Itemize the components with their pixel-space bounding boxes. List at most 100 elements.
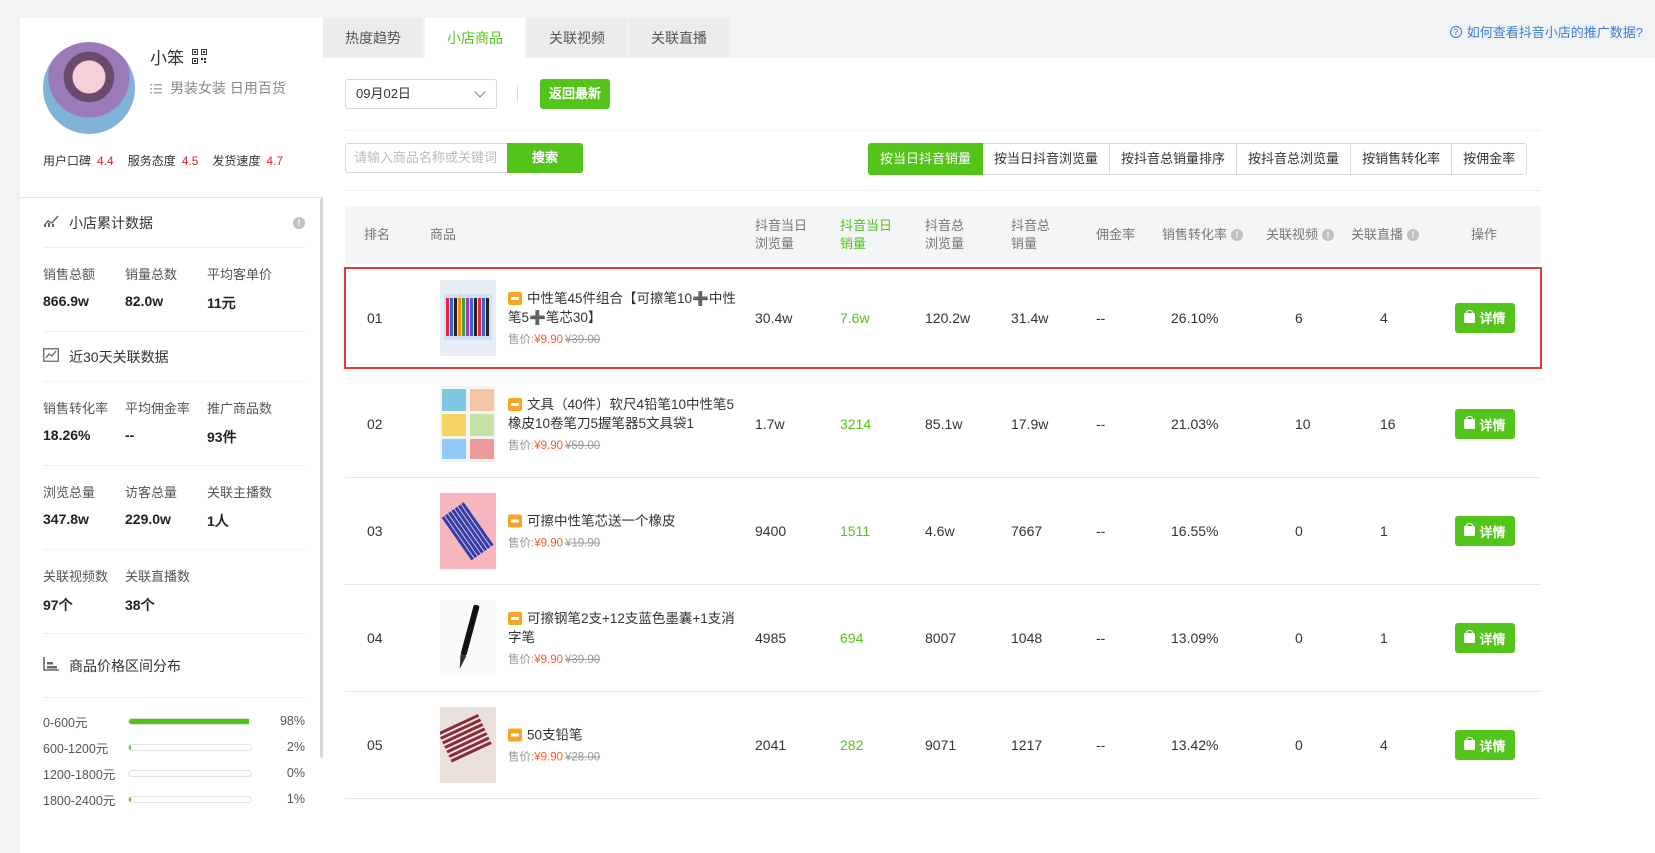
stat-label: 浏览总量	[43, 485, 96, 500]
product-title-text[interactable]: 可擦中性笔芯送一个橡皮	[527, 514, 676, 529]
stat-label: 关联视频数	[43, 569, 109, 584]
price-prefix: 售价:	[508, 654, 535, 666]
header-day-views[interactable]: 抖音当日 浏览量	[755, 206, 807, 264]
header-rank: 排名	[364, 227, 391, 242]
price-range-bar	[128, 795, 252, 803]
header-line: 抖音当日	[840, 218, 893, 233]
product-title-text[interactable]: 文具（40件）软尺4铅笔10中性笔5橡皮10卷笔刀5握笔器5文具袋1	[508, 397, 734, 431]
table-row[interactable]: 05 50支铅笔 售价:¥9.90 ¥28.00 2041 282 9071 1217 -- 13…	[345, 692, 1541, 799]
search-input[interactable]: 请输入商品名称或关键词	[345, 143, 507, 173]
product-price: 售价:¥9.90 ¥39.90	[508, 651, 740, 667]
main-panel: 09月02日 返回最新 请输入商品名称或关键词 搜索 按当日抖音销量 按当日抖音浏…	[323, 58, 1655, 853]
list-icon	[150, 82, 162, 94]
table-row[interactable]: 02 文具（40件）软尺4铅笔10中性笔5橡皮10卷笔刀5握笔器5文具袋1 售价:¥…	[345, 371, 1541, 478]
sort-option[interactable]: 按抖音总销量排序	[1110, 143, 1238, 175]
shopping-bag-icon	[1464, 416, 1476, 429]
detail-button[interactable]: 详情	[1455, 623, 1515, 653]
search-button[interactable]: 搜索	[507, 143, 583, 173]
cell-rank: 04	[367, 630, 383, 646]
detail-button[interactable]: 详情	[1455, 516, 1515, 546]
header-lives[interactable]: 关联直播!	[1351, 206, 1420, 264]
help-link-text[interactable]: 如何查看抖音小店的推广数据?	[1467, 22, 1643, 41]
date-select[interactable]: 09月02日	[345, 79, 497, 109]
header-total-views[interactable]: 抖音总 浏览量	[925, 206, 964, 264]
rating-service: 服务态度 4.5	[128, 152, 199, 169]
header-line: 浏览量	[755, 236, 795, 251]
cell-total-sales: 1048	[1011, 630, 1043, 646]
header-total-sales[interactable]: 抖音总 销量	[1011, 206, 1050, 264]
header-videos[interactable]: 关联视频!	[1266, 206, 1335, 264]
original-price: ¥59.00	[564, 440, 601, 452]
price-prefix: 售价:	[508, 537, 535, 550]
detail-button[interactable]: 详情	[1455, 302, 1515, 333]
header-product: 商品	[430, 227, 457, 242]
sort-option[interactable]: 按当日抖音销量	[868, 143, 984, 175]
cell-day-views: 30.4w	[755, 309, 793, 326]
tab-0[interactable]: 热度趋势	[323, 18, 423, 58]
sort-option[interactable]: 按抖音总浏览量	[1237, 143, 1352, 175]
current-price: ¥9.90	[534, 440, 563, 452]
tab-1[interactable]: 小店商品	[425, 18, 525, 58]
price-range-bar	[128, 769, 252, 777]
product-title[interactable]: 中性笔45件组合【可擦笔10➕中性笔5➕笔芯30】	[508, 289, 740, 327]
section-header: 小店累计数据 !	[43, 198, 305, 248]
sort-option[interactable]: 按佣金率	[1452, 143, 1528, 175]
product-title[interactable]: 可擦中性笔芯送一个橡皮	[508, 512, 740, 531]
stat-value: 866.9w	[43, 293, 89, 309]
header-day-sales[interactable]: 抖音当日 销量	[840, 206, 892, 264]
rating-score: 4.7	[266, 154, 284, 168]
product-title[interactable]: 可擦钢笔2支+12支蓝色墨囊+1支消字笔	[508, 609, 740, 647]
product-title[interactable]: 文具（40件）软尺4铅笔10中性笔5橡皮10卷笔刀5握笔器5文具袋1	[508, 395, 740, 433]
sort-option[interactable]: 按当日抖音浏览量	[983, 143, 1111, 175]
table-row[interactable]: 04 可擦钢笔2支+12支蓝色墨囊+1支消字笔 售价:¥9.90 ¥39.90 4985…	[345, 585, 1541, 692]
cell-day-sales: 7.6w	[840, 309, 870, 326]
product-title-text[interactable]: 中性笔45件组合【可擦笔10➕中性笔5➕笔芯30】	[508, 291, 736, 325]
product-title[interactable]: 50支铅笔	[508, 726, 740, 745]
cell-conversion: 26.10%	[1171, 309, 1219, 326]
detail-label: 详情	[1479, 524, 1506, 540]
section-title: 小店累计数据	[69, 214, 153, 231]
price-range-label: 1800-2400元	[43, 793, 116, 808]
cumulative-section: 小店累计数据 ! 销售总额 866.9w 销量总数 82.0w 平均客单价 11元	[20, 198, 325, 332]
stat-anchors: 关联主播数 1人	[207, 482, 289, 531]
rating-score: 4.5	[181, 154, 199, 168]
product-thumbnail[interactable]	[440, 707, 496, 783]
rating-reputation: 用户口碑 4.4	[43, 152, 114, 169]
price-range-percent: 2%	[286, 740, 305, 754]
info-icon[interactable]: !	[1407, 229, 1420, 241]
header-commission[interactable]: 佣金率	[1096, 206, 1135, 264]
header-conversion[interactable]: 销售转化率!	[1162, 206, 1244, 264]
stat-label: 销售转化率	[43, 401, 109, 416]
table-row[interactable]: 01 中性笔45件组合【可擦笔10➕中性笔5➕笔芯30】 售价:¥9.90 ¥39.0…	[344, 267, 1542, 369]
product-title-text[interactable]: 50支铅笔	[527, 728, 583, 743]
product-thumbnail[interactable]	[440, 493, 496, 569]
qr-code-icon[interactable]	[192, 49, 207, 64]
tab-2[interactable]: 关联视频	[527, 18, 627, 58]
divider	[345, 130, 1541, 131]
tab-3[interactable]: 关联直播	[629, 18, 729, 58]
price-range-percent: 1%	[286, 792, 305, 806]
product-thumbnail[interactable]	[440, 386, 496, 462]
help-link[interactable]: ? 如何查看抖音小店的推广数据?	[1449, 22, 1643, 41]
info-icon[interactable]: !	[293, 216, 305, 229]
cell-lives: 16	[1380, 416, 1396, 432]
price-range-label: 600-1200元	[43, 741, 109, 756]
sort-option[interactable]: 按销售转化率	[1351, 143, 1453, 175]
stat-label: 推广商品数	[207, 401, 273, 416]
info-icon[interactable]: !	[1231, 229, 1244, 241]
rating-label: 服务态度	[127, 154, 176, 168]
shop-badge-icon	[508, 291, 522, 305]
stat-value: 38个	[125, 597, 155, 613]
original-price: ¥19.90	[564, 537, 601, 550]
back-to-latest-button[interactable]: 返回最新	[540, 79, 610, 109]
product-thumbnail[interactable]	[440, 600, 496, 676]
info-icon[interactable]: !	[1322, 229, 1335, 241]
detail-button[interactable]: 详情	[1455, 730, 1515, 760]
table-row[interactable]: 03 可擦中性笔芯送一个橡皮 售价:¥9.90 ¥19.90 9400 1511 4.6w 7…	[345, 478, 1541, 585]
table-body: 01 中性笔45件组合【可擦笔10➕中性笔5➕笔芯30】 售价:¥9.90 ¥39.0…	[344, 267, 1542, 799]
product-thumbnail[interactable]	[440, 279, 496, 356]
price-range-percent: 98%	[279, 714, 305, 728]
product-title-text[interactable]: 可擦钢笔2支+12支蓝色墨囊+1支消字笔	[508, 611, 735, 645]
cell-videos: 6	[1295, 309, 1303, 326]
detail-button[interactable]: 详情	[1455, 409, 1515, 439]
